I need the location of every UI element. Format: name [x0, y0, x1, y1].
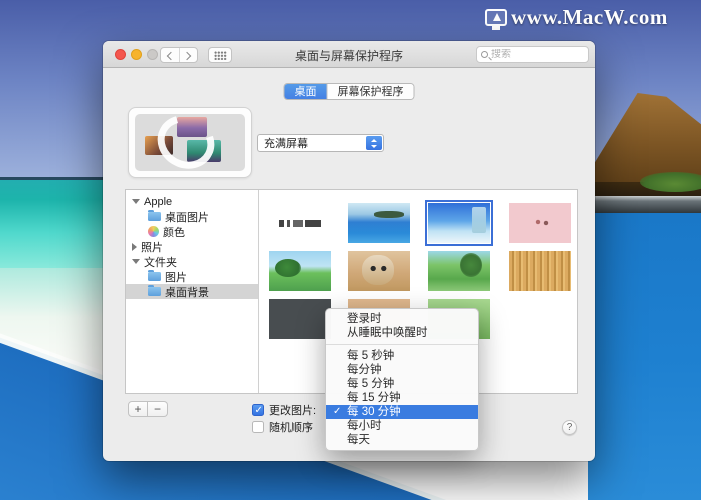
wallpaper-vegetation [640, 172, 701, 192]
sidebar-item-colors[interactable]: 颜色 [126, 224, 258, 239]
color-wheel-icon [148, 226, 159, 237]
thumbnail-blue-beach-selected[interactable] [428, 203, 490, 243]
menu-item-wake-from-sleep[interactable]: 从睡眠中唤醒时 [326, 326, 478, 340]
menu-item-every-hour[interactable]: 每小时 [326, 419, 478, 433]
sidebar-item-desktop-backgrounds[interactable]: 桌面背景 [126, 284, 258, 299]
tab-screensaver[interactable]: 屏幕保护程序 [327, 84, 414, 99]
sidebar-item-label: 桌面图片 [165, 209, 209, 225]
menu-item-every-day[interactable]: 每天 [326, 433, 478, 447]
change-picture-row: ✓ 更改图片: [252, 402, 316, 418]
menu-separator [326, 344, 478, 345]
folder-icon [148, 287, 161, 296]
sidebar-item-label: Apple [144, 196, 172, 208]
menu-item-at-login[interactable]: 登录时 [326, 312, 478, 326]
checkmark-icon: ✓ [333, 405, 341, 419]
fill-mode-value: 充满屏幕 [264, 135, 308, 151]
remove-folder-button[interactable]: − [148, 401, 168, 417]
change-picture-label: 更改图片: [269, 402, 316, 418]
random-order-label: 随机顺序 [269, 419, 313, 435]
thumbnail-white-text-logos[interactable] [269, 203, 331, 243]
stepper-icon [366, 136, 382, 150]
fill-mode-select[interactable]: 充满屏幕 [257, 134, 384, 152]
thumbnail-cat-photo[interactable] [348, 251, 410, 291]
sidebar-item-label: 颜色 [163, 224, 185, 240]
search-field[interactable] [476, 46, 589, 63]
interval-popup-menu: 登录时 从睡眠中唤醒时 每 5 秒钟 每分钟 每 5 分钟 每 15 分钟 ✓ … [325, 308, 479, 451]
watermark-text: www.MacW.com [511, 5, 668, 30]
rotation-preview [128, 107, 252, 178]
monitor-sailboat-icon [485, 9, 507, 26]
checkmark-icon: ✓ [255, 405, 263, 417]
search-input[interactable] [491, 49, 576, 60]
folder-icon [148, 272, 161, 281]
menu-item-every-minute[interactable]: 每分钟 [326, 363, 478, 377]
disclosure-down-icon[interactable] [132, 199, 140, 204]
tab-bar: 桌面 屏幕保护程序 [284, 83, 415, 100]
rotation-preview-inner [135, 114, 245, 171]
menu-item-every-30-minutes[interactable]: ✓ 每 30 分钟 [326, 405, 478, 419]
rotation-arrows-icon [148, 105, 224, 178]
sidebar-item-label: 图片 [165, 269, 187, 285]
sidebar-item-desktop-pictures[interactable]: 桌面图片 [126, 209, 258, 224]
desktop: www.MacW.com 桌面与屏幕保护程序 桌面 屏幕保护程序 [0, 0, 701, 500]
help-button[interactable]: ? [562, 420, 577, 435]
sidebar-item-label: 桌面背景 [165, 284, 209, 300]
watermark: www.MacW.com [485, 4, 668, 30]
menu-item-every-5-seconds[interactable]: 每 5 秒钟 [326, 349, 478, 363]
sidebar-item-photos[interactable]: 照片 [126, 239, 258, 254]
menu-item-label: 每 30 分钟 [347, 406, 401, 418]
wallpaper-pier [588, 196, 701, 213]
folder-icon [148, 212, 161, 221]
sidebar-item-folders[interactable]: 文件夹 [126, 254, 258, 269]
random-order-row: 随机顺序 [252, 419, 313, 435]
change-picture-checkbox[interactable]: ✓ [252, 404, 264, 416]
thumbnail-bamboo[interactable] [509, 251, 571, 291]
sidebar-item-pictures[interactable]: 图片 [126, 269, 258, 284]
add-folder-button[interactable]: + [128, 401, 148, 417]
random-order-checkbox[interactable] [252, 421, 264, 433]
menu-item-every-15-minutes[interactable]: 每 15 分钟 [326, 391, 478, 405]
titlebar[interactable]: 桌面与屏幕保护程序 [103, 41, 595, 68]
thumbnail-dark-gray[interactable] [269, 299, 331, 339]
thumbnail-tropical-pool[interactable] [348, 203, 410, 243]
tab-desktop[interactable]: 桌面 [285, 84, 327, 99]
disclosure-right-icon[interactable] [132, 243, 137, 251]
sidebar-item-label: 照片 [141, 239, 163, 255]
sidebar-item-label: 文件夹 [144, 254, 177, 270]
add-remove-controls: + − [128, 401, 168, 417]
disclosure-down-icon[interactable] [132, 259, 140, 264]
sidebar: Apple 桌面图片 颜色 照片 文件夹 [126, 190, 259, 393]
sidebar-item-apple[interactable]: Apple [126, 194, 258, 209]
thumbnail-pink-pattern[interactable] [509, 203, 571, 243]
wallpaper-ocean [588, 213, 701, 500]
thumbnail-green-field[interactable] [269, 251, 331, 291]
menu-item-every-5-minutes[interactable]: 每 5 分钟 [326, 377, 478, 391]
thumbnail-forest[interactable] [428, 251, 490, 291]
search-icon [481, 51, 488, 58]
